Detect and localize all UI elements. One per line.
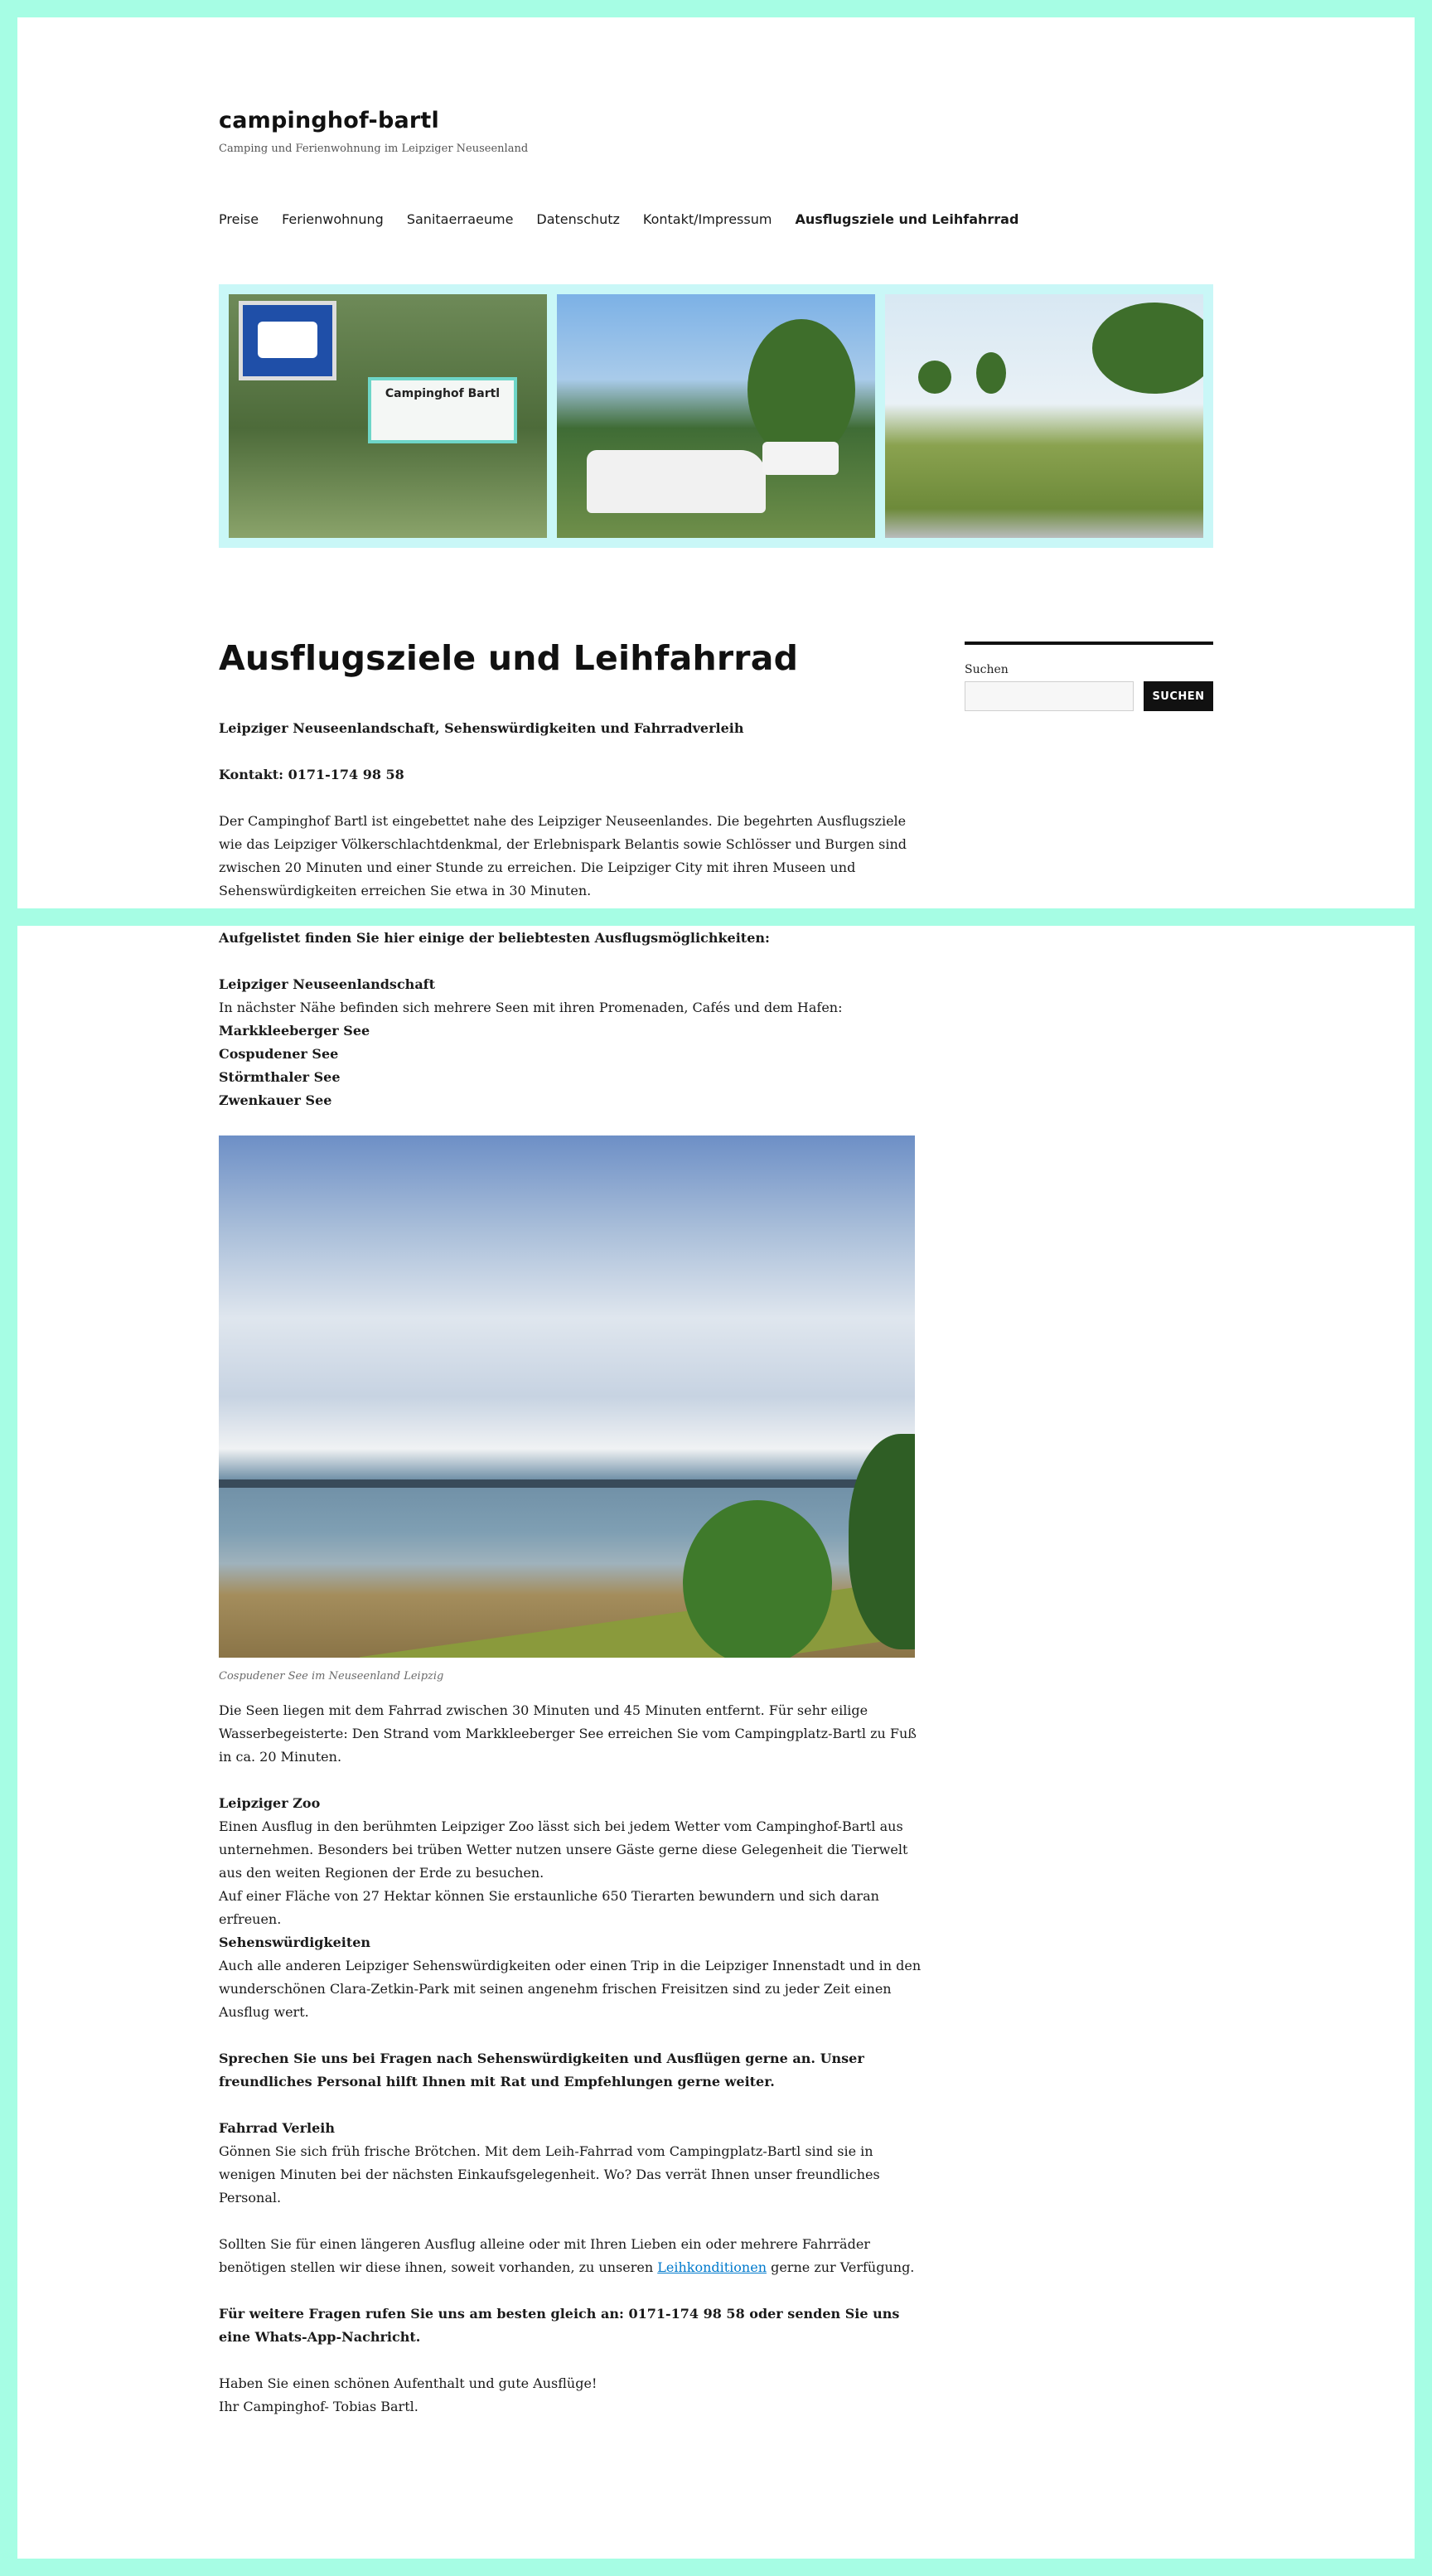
list-heading: Aufgelistet finden Sie hier einige der b…	[219, 930, 770, 946]
site-description: Camping und Ferienwohnung im Leipziger N…	[219, 143, 529, 155]
tree-icon	[747, 319, 855, 460]
sights-heading: Sehenswürdigkeiten	[219, 1934, 371, 1950]
header-photo-fields	[885, 294, 1203, 538]
search-button[interactable]: SUCHEN	[1144, 681, 1213, 711]
sights-section: Sehenswürdigkeiten Auch alle anderen Lei…	[219, 1931, 923, 2024]
campervan-small-icon	[762, 442, 839, 475]
signature-text: Ihr Campinghof- Tobias Bartl.	[219, 2399, 418, 2414]
rental-heading: Fahrrad Verleih	[219, 2120, 335, 2136]
neuseen-text: In nächster Nähe befinden sich mehrere S…	[219, 1000, 843, 1015]
page-title: Ausflugsziele und Leihfahrrad	[219, 638, 799, 678]
photo-caption: Cospudener See im Neuseenland Leipzig	[219, 1670, 444, 1683]
campervan-icon	[587, 450, 766, 513]
neuseen-heading: Leipziger Neuseenlandschaft	[219, 976, 435, 992]
far-shore	[219, 1479, 915, 1488]
intro-paragraph: Der Campinghof Bartl ist eingebettet nah…	[219, 813, 907, 898]
zoo-section: Leipziger Zoo Einen Ausflug in den berüh…	[219, 1792, 923, 1931]
tree-icon	[918, 361, 951, 394]
lake-item: Zwenkauer See	[219, 1092, 332, 1108]
zoo-heading: Leipziger Zoo	[219, 1795, 321, 1811]
leihkonditionen-link[interactable]: Leihkonditionen	[657, 2259, 767, 2275]
header-image[interactable]: Campinghof Bartl	[219, 284, 1213, 548]
nav-item-preise[interactable]: Preise	[219, 211, 259, 227]
campinghof-sign: Campinghof Bartl	[368, 377, 517, 443]
neuseen-section: Leipziger Neuseenlandschaft In nächster …	[219, 973, 923, 1112]
site-title[interactable]: campinghof-bartl	[219, 108, 439, 133]
call-paragraph: Für weitere Fragen rufen Sie uns am best…	[219, 2306, 900, 2345]
ask-paragraph: Sprechen Sie uns bei Fragen nach Sehensw…	[219, 2051, 864, 2089]
sidebar-divider	[965, 642, 1213, 645]
tree-icon	[976, 352, 1006, 394]
closing-section: Haben Sie einen schönen Aufenthalt und g…	[219, 2372, 923, 2419]
nav-item-kontakt[interactable]: Kontakt/Impressum	[643, 211, 772, 227]
longer-text-after: gerne zur Verfügung.	[771, 2259, 915, 2275]
sign-title: Campinghof Bartl	[385, 387, 501, 400]
zoo-text: Einen Ausflug in den berühmten Leipziger…	[219, 1818, 908, 1881]
longer-trip-paragraph: Sollten Sie für einen längeren Ausflug a…	[219, 2233, 923, 2279]
search-label: Suchen	[965, 663, 1009, 676]
nav-item-ausflugsziele[interactable]: Ausflugsziele und Leihfahrrad	[795, 211, 1018, 227]
nav-item-sanitaerraeume[interactable]: Sanitaerraeume	[407, 211, 514, 227]
lake-item: Markkleeberger See	[219, 1023, 370, 1039]
page-subtitle: Leipziger Neuseenlandschaft, Sehenswürdi…	[219, 720, 744, 736]
rental-section: Fahrrad Verleih Gönnen Sie sich früh fri…	[219, 2117, 923, 2210]
tree-icon	[1092, 303, 1203, 394]
camper-sign-icon	[239, 301, 336, 380]
zoo-text-2: Auf einer Fläche von 27 Hektar können Si…	[219, 1888, 879, 1927]
lake-item: Cospudener See	[219, 1046, 339, 1062]
header-photo-signs: Campinghof Bartl	[229, 294, 547, 538]
bush-icon	[683, 1500, 832, 1658]
rental-text: Gönnen Sie sich früh frische Brötchen. M…	[219, 2143, 880, 2206]
header-photo-campervans	[557, 294, 875, 538]
contact-line: Kontakt: 0171-174 98 58	[219, 767, 404, 782]
bike-paragraph: Die Seen liegen mit dem Fahrrad zwischen…	[219, 1702, 917, 1765]
lake-item: Störmthaler See	[219, 1069, 341, 1085]
main-navigation: Preise Ferienwohnung Sanitaerraeume Date…	[219, 211, 1042, 227]
closing-text: Haben Sie einen schönen Aufenthalt und g…	[219, 2375, 597, 2391]
lake-photo[interactable]	[219, 1135, 915, 1658]
nav-item-ferienwohnung[interactable]: Ferienwohnung	[282, 211, 384, 227]
nav-item-datenschutz[interactable]: Datenschutz	[536, 211, 619, 227]
sights-text: Auch alle anderen Leipziger Sehenswürdig…	[219, 1958, 922, 2020]
search-input[interactable]	[965, 681, 1134, 711]
